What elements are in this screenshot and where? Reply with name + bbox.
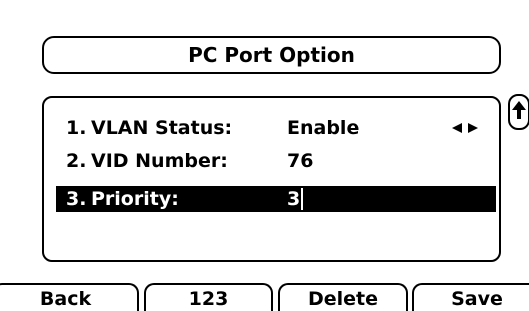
settings-list: 1. VLAN Status: Enable 2. VID Number: 76…: [42, 96, 501, 262]
list-item-index: 1.: [66, 117, 87, 139]
list-item-index: 3.: [66, 188, 87, 210]
delete-label: Delete: [307, 288, 379, 310]
list-item-index: 2.: [66, 150, 87, 172]
phone-screen: PC Port Option 1. VLAN Status: Enable 2.…: [0, 0, 529, 311]
scroll-up-icon[interactable]: [508, 94, 529, 130]
back-label: Back: [39, 288, 92, 310]
page-title: PC Port Option: [42, 36, 501, 74]
list-item-priority-selected[interactable]: 3. Priority: 3: [56, 186, 496, 212]
save-softkey[interactable]: Save: [412, 283, 529, 311]
input-mode-softkey[interactable]: 123: [144, 283, 273, 311]
save-label: Save: [451, 288, 503, 310]
back-softkey[interactable]: Back: [0, 283, 139, 311]
list-item-label: VID Number:: [91, 150, 228, 172]
list-item-vlan-status[interactable]: 1. VLAN Status: Enable: [56, 112, 496, 144]
list-item-label: VLAN Status:: [91, 117, 233, 139]
list-item-label: Priority:: [91, 188, 179, 210]
text-cursor: [301, 188, 303, 210]
delete-softkey[interactable]: Delete: [278, 283, 408, 311]
page-title-text: PC Port Option: [188, 43, 355, 67]
list-item-value[interactable]: 76: [287, 145, 313, 177]
priority-input[interactable]: 3: [287, 186, 300, 212]
left-right-arrows-icon[interactable]: [452, 123, 478, 133]
list-item-vid-number[interactable]: 2. VID Number: 76: [56, 145, 496, 177]
input-mode-label: 123: [188, 288, 229, 310]
list-item-value[interactable]: Enable: [287, 112, 359, 144]
